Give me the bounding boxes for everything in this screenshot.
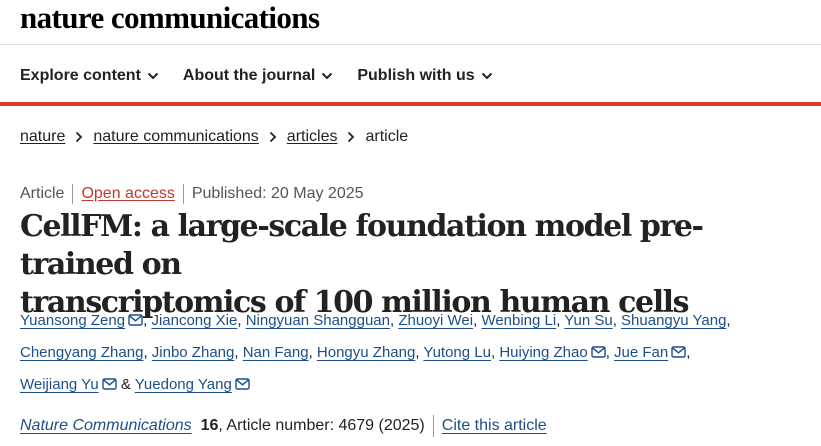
author-link[interactable]: Ningyuan Shangguan	[246, 312, 390, 329]
chevron-down-icon	[322, 72, 333, 80]
author-link[interactable]: Weijiang Yu	[20, 376, 99, 393]
volume-number: 16	[200, 417, 219, 434]
author-separator: ,	[143, 344, 152, 361]
nav-label: About the journal	[182, 67, 316, 84]
journal-link[interactable]: Nature Communications	[20, 417, 192, 435]
author-line: Yuansong Zeng, Jiancong Xie, Ningyuan Sh…	[20, 305, 810, 337]
author-list: Yuansong Zeng, Jiancong Xie, Ningyuan Sh…	[20, 305, 810, 401]
breadcrumb-current: article	[365, 128, 409, 145]
author-link[interactable]: Hongyu Zhang	[317, 344, 415, 361]
accent-bar	[0, 102, 821, 106]
author-link[interactable]: Yuansong Zeng	[20, 312, 125, 329]
cite-this-article-link[interactable]: Cite this article	[442, 417, 547, 435]
author-separator: ,	[726, 312, 731, 329]
breadcrumb-nature-communications[interactable]: nature communications	[93, 128, 258, 146]
chevron-down-icon	[481, 72, 492, 80]
nav-explore-content[interactable]: Explore content	[20, 62, 159, 90]
mail-icon[interactable]	[235, 370, 250, 401]
meta-divider	[182, 184, 184, 204]
breadcrumb-articles[interactable]: articles	[287, 128, 338, 146]
nav-label: Publish with us	[357, 67, 475, 84]
author-link[interactable]: Zhuoyi Wei	[398, 312, 473, 329]
author-link[interactable]: Wenbing Li	[481, 312, 556, 329]
breadcrumb-nature[interactable]: nature	[20, 128, 65, 146]
nav-about-journal[interactable]: About the journal	[183, 62, 333, 90]
mail-icon[interactable]	[591, 338, 606, 369]
chevron-down-icon	[147, 72, 159, 80]
chevron-right-icon	[75, 131, 83, 143]
author-link[interactable]: Yun Su	[564, 312, 612, 329]
author-separator: ,	[234, 344, 243, 361]
author-link[interactable]: Jinbo Zhang	[152, 344, 235, 361]
article-meta: Article Open access Published: 20 May 20…	[20, 184, 364, 204]
author-separator: ,	[605, 344, 615, 361]
author-separator: ,	[308, 344, 317, 361]
title-line-1: CellFM: a large-scale foundation model p…	[20, 209, 704, 282]
nav-label: Explore content	[20, 67, 141, 84]
author-link[interactable]: Jiancong Xie	[151, 312, 237, 329]
author-separator: ,	[612, 312, 622, 329]
author-link[interactable]: Yuedong Yang	[135, 376, 232, 393]
masthead: nature communications	[20, 0, 320, 40]
mail-icon[interactable]	[101, 370, 117, 401]
journal-logo[interactable]: nature communications	[20, 0, 320, 36]
citation-line: Nature Communications 16 , Article numbe…	[20, 415, 547, 437]
open-access-link[interactable]: Open access	[81, 185, 174, 203]
meta-divider	[72, 184, 74, 204]
author-line: Weijiang Yu & Yuedong Yang	[20, 369, 810, 401]
mail-icon[interactable]	[128, 306, 143, 337]
header-divider	[0, 44, 821, 45]
author-separator: ,	[686, 344, 691, 361]
author-link[interactable]: Chengyang Zhang	[20, 344, 143, 361]
author-link[interactable]: Huiying Zhao	[499, 344, 587, 361]
nav-publish-with-us[interactable]: Publish with us	[357, 62, 492, 90]
chevron-right-icon	[269, 131, 277, 143]
author-link[interactable]: Jue Fan	[614, 344, 668, 361]
citation-divider	[432, 415, 434, 437]
published-date: Published: 20 May 2025	[191, 185, 364, 202]
chevron-right-icon	[347, 131, 355, 143]
author-link[interactable]: Yutong Lu	[423, 344, 491, 361]
author-separator: ,	[237, 312, 246, 329]
main-nav: Explore content About the journal Publis…	[20, 62, 517, 90]
author-link[interactable]: Nan Fang	[243, 344, 309, 361]
mail-icon[interactable]	[671, 338, 686, 369]
author-separator: &	[116, 376, 135, 393]
author-link[interactable]: Shuangyu Yang	[621, 312, 726, 329]
article-number: , Article number: 4679 (2025)	[218, 417, 425, 434]
article-type: Article	[20, 185, 65, 202]
author-line: Chengyang Zhang, Jinbo Zhang, Nan Fang, …	[20, 337, 810, 369]
breadcrumb: nature nature communications articles ar…	[20, 128, 408, 146]
